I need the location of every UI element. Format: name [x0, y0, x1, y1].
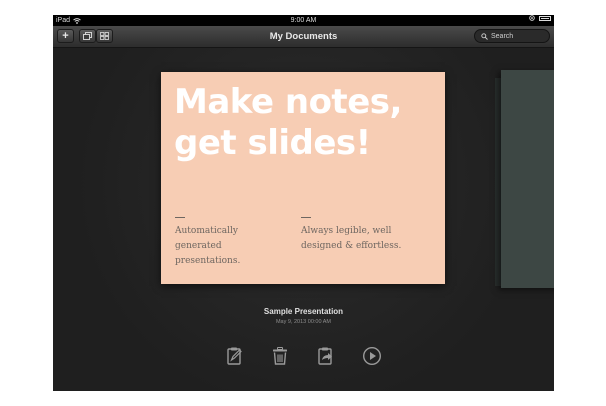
presentation-thumbnail[interactable]: Make notes, get slides! Automatically ge… — [161, 72, 445, 284]
edit-note-icon — [227, 347, 242, 365]
slide-left-text: Automatically generated presentations. — [175, 226, 241, 266]
delete-button[interactable] — [270, 346, 290, 366]
battery-icon — [539, 15, 551, 21]
status-bar: iPad 9:00 AM — [53, 15, 554, 26]
search-placeholder: Search — [491, 32, 514, 40]
slide-title: Make notes, get slides! — [174, 82, 402, 163]
ipad-screen: iPad 9:00 AM + My Documents Search Make … — [53, 15, 554, 391]
slide-right-column: Always legible, well designed & effortle… — [301, 217, 411, 254]
document-date: May 9, 2013 00:00 AM — [275, 319, 332, 325]
share-button[interactable] — [316, 346, 336, 366]
share-icon — [318, 347, 332, 365]
play-button[interactable] — [362, 346, 382, 366]
rotation-lock-icon — [529, 15, 535, 21]
next-presentation-thumbnail[interactable] — [501, 70, 554, 288]
status-time: 9:00 AM — [290, 17, 317, 24]
slide-left-column: Automatically generated presentations. — [175, 217, 285, 269]
slide-right-text: Always legible, well designed & effortle… — [301, 226, 402, 251]
play-icon — [362, 346, 382, 366]
edit-button[interactable] — [225, 346, 245, 366]
document-actions — [53, 346, 554, 366]
trash-icon — [273, 347, 287, 365]
divider — [301, 217, 311, 218]
search-icon — [481, 32, 488, 40]
document-name: Sample Presentation — [263, 307, 344, 316]
navigation-bar: + My Documents Search — [53, 26, 554, 48]
search-input[interactable]: Search — [474, 29, 550, 43]
divider — [175, 217, 185, 218]
